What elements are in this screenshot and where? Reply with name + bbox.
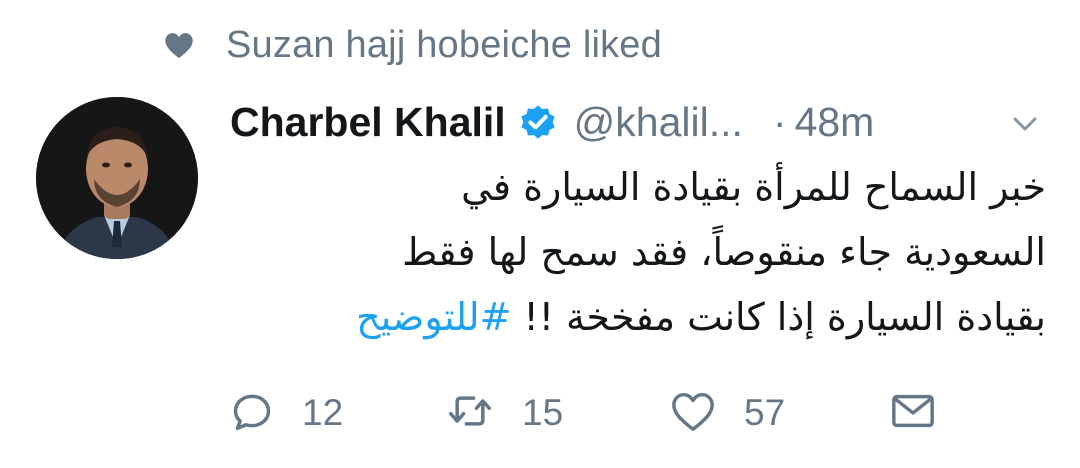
author-name[interactable]: Charbel Khalil [230, 99, 506, 146]
direct-message-button[interactable] [890, 388, 936, 438]
envelope-icon [890, 391, 936, 436]
retweet-button[interactable]: 15 [446, 388, 563, 438]
tweet-text-line: خبر السماح للمرأة بقيادة السيارة في [461, 165, 1046, 209]
tweet-text-line: بقيادة السيارة إذا كانت مفخخة !! #للتوضي… [236, 285, 1046, 350]
avatar[interactable] [36, 97, 198, 259]
reply-count: 12 [302, 392, 344, 433]
hashtag-link[interactable]: #للتوضيح [356, 295, 511, 339]
heart-outline-icon [670, 389, 716, 438]
tweet-text: خبر السماح للمرأة بقيادة السيارة في السع… [236, 155, 1046, 350]
action-bar: 12 15 57 [230, 388, 1040, 438]
heart-icon [162, 28, 196, 62]
tweet-header: Charbel Khalil @khalil... · 48m [230, 95, 1040, 149]
reply-button[interactable]: 12 [230, 388, 343, 438]
author-handle[interactable]: @khalil... [574, 99, 743, 146]
like-button[interactable]: 57 [670, 388, 785, 438]
tweet-text-line: السعودية جاء منقوصاً، فقد سمح لها فقط [402, 230, 1046, 274]
like-count: 57 [744, 392, 786, 433]
tweet-text-line-content: بقيادة السيارة إذا كانت مفخخة !! [523, 295, 1046, 339]
retweet-icon [446, 389, 494, 438]
social-context-text: Suzan hajj hobeiche liked [226, 23, 662, 66]
social-context[interactable]: Suzan hajj hobeiche liked [162, 20, 662, 70]
timestamp[interactable]: 48m [795, 99, 875, 146]
reply-icon [230, 389, 274, 438]
verified-badge-icon [518, 102, 558, 142]
retweet-count: 15 [522, 392, 564, 433]
chevron-down-icon[interactable] [1010, 109, 1040, 139]
separator-dot: · [772, 98, 787, 145]
